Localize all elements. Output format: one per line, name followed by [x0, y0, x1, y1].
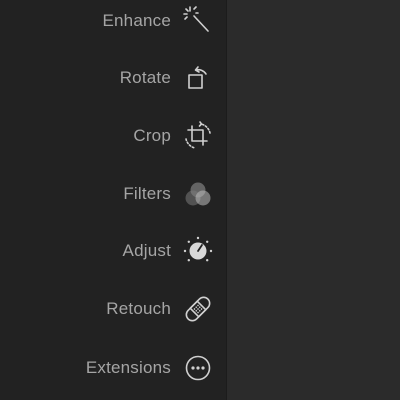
tool-crop[interactable]: Crop [0, 116, 227, 156]
tool-label-extensions: Extensions [85, 358, 171, 377]
tool-label-rotate: Rotate [119, 68, 171, 87]
tool-extensions[interactable]: Extensions [0, 348, 227, 388]
tool-retouch[interactable]: Retouch [0, 289, 227, 329]
tool-label-retouch: Retouch [106, 299, 171, 318]
tool-enhance[interactable]: Enhance [0, 1, 227, 41]
photo-canvas[interactable] [227, 0, 400, 400]
adjust-dial-icon [181, 234, 215, 268]
tool-label-crop: Crop [133, 126, 171, 145]
tool-filters[interactable]: Filters [0, 174, 227, 214]
magic-wand-icon [181, 4, 215, 38]
rotate-icon [181, 61, 215, 95]
crop-icon [181, 119, 215, 153]
tool-label-enhance: Enhance [102, 11, 171, 30]
tool-rotate[interactable]: Rotate [0, 58, 227, 98]
tool-label-filters: Filters [123, 184, 171, 203]
filters-icon [181, 177, 215, 211]
tool-adjust[interactable]: Adjust [0, 231, 227, 271]
edit-toolbar: Enhance Rotate Crop Filters Adjust Retou… [0, 0, 227, 400]
photo-editor: Enhance Rotate Crop Filters Adjust Retou… [0, 0, 400, 400]
tool-label-adjust: Adjust [122, 241, 171, 260]
bandage-icon [181, 292, 215, 326]
more-icon [181, 351, 215, 385]
